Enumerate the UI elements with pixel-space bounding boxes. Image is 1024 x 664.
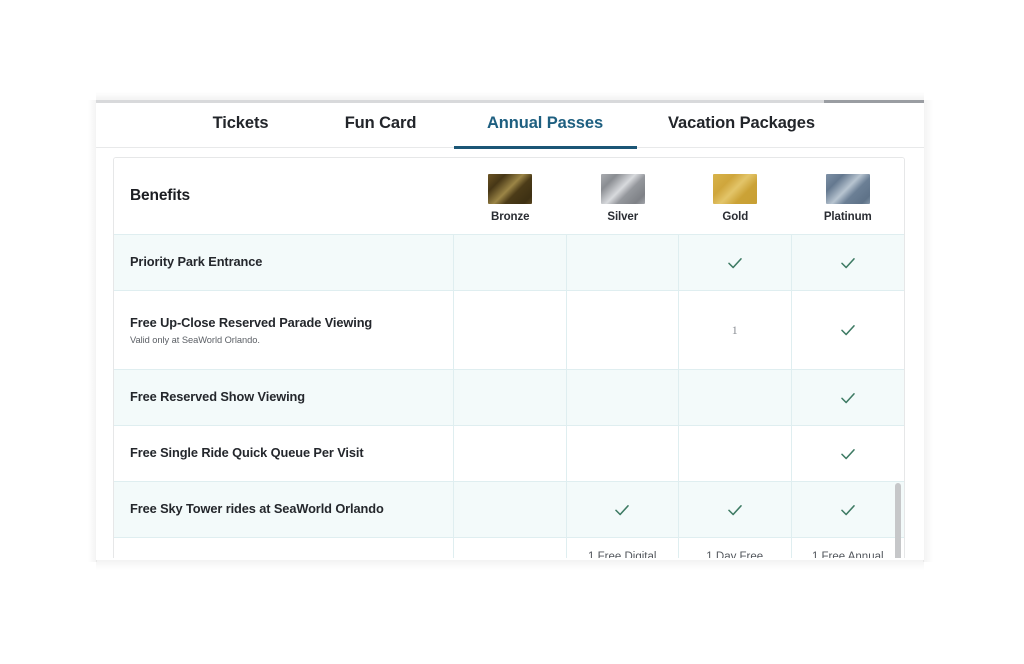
benefit-name-cell: Free Single Ride Quick Queue Per Visit	[114, 426, 454, 481]
benefit-value-gold: 1	[679, 291, 792, 369]
benefit-value-bronze	[454, 291, 567, 369]
benefit-value-gold	[679, 426, 792, 481]
benefit-value-silver: 1 Free Digital Download	[567, 538, 679, 560]
table-row: Priority Park Entrance	[114, 235, 904, 291]
table-row: Digital Photo Benefits at Theme Parks 1 F…	[114, 538, 904, 560]
benefit-name-cell: Digital Photo Benefits at Theme Parks	[114, 538, 454, 560]
platinum-swatch	[825, 173, 870, 204]
benefit-value-silver	[567, 370, 679, 425]
benefit-value-silver	[567, 291, 679, 369]
benefit-name-cell: Priority Park Entrance	[114, 235, 454, 290]
table-row: Free Reserved Show Viewing	[114, 370, 904, 426]
page-root: Tickets Fun Card Annual Passes Vacation …	[0, 0, 1024, 664]
tier-column-platinum[interactable]: Platinum	[792, 158, 905, 234]
check-icon	[840, 257, 855, 268]
tier-label-gold: Gold	[722, 210, 749, 223]
benefit-value-text: 1	[731, 322, 738, 337]
content-stage: Tickets Fun Card Annual Passes Vacation …	[96, 100, 924, 560]
benefit-value-platinum	[792, 426, 905, 481]
table-row: Free Up-Close Reserved Parade Viewing Val…	[114, 291, 904, 370]
benefit-value-platinum	[792, 235, 905, 290]
benefit-value-gold	[679, 370, 792, 425]
tab-vacation-packages[interactable]: Vacation Packages	[637, 114, 847, 142]
check-icon	[727, 257, 742, 268]
tab-annual-passes[interactable]: Annual Passes	[453, 114, 637, 149]
benefit-title: Free Single Ride Quick Queue Per Visit	[130, 445, 364, 461]
check-icon	[615, 504, 630, 515]
benefit-value-gold	[679, 235, 792, 290]
check-icon	[727, 504, 742, 515]
vertical-scrollbar-thumb[interactable]	[895, 483, 901, 560]
bronze-swatch	[488, 173, 533, 204]
check-icon	[840, 392, 855, 403]
tier-column-bronze[interactable]: Bronze	[454, 158, 567, 234]
check-icon	[840, 448, 855, 459]
benefit-value-bronze	[454, 538, 567, 560]
table-body: Priority Park Entrance Free Up-Close Rese…	[114, 235, 904, 560]
tab-tickets[interactable]: Tickets	[174, 114, 308, 142]
check-icon	[840, 325, 855, 336]
benefits-column-header: Benefits	[130, 187, 190, 204]
check-icon	[840, 504, 855, 515]
silver-swatch	[600, 173, 645, 204]
vertical-scrollbar-track[interactable]	[894, 235, 903, 560]
benefit-name-cell: Free Reserved Show Viewing	[114, 370, 454, 425]
table-row: Free Sky Tower rides at SeaWorld Orlando	[114, 482, 904, 538]
tier-label-silver: Silver	[607, 210, 639, 223]
benefit-value-gold: 1 Day Free Photokey	[679, 538, 792, 560]
benefit-value-platinum	[792, 482, 905, 537]
benefit-name-cell: Free Sky Tower rides at SeaWorld Orlando	[114, 482, 454, 537]
benefit-value-platinum	[792, 291, 905, 369]
benefit-value-gold	[679, 482, 792, 537]
benefit-value-bronze	[454, 482, 567, 537]
benefit-name-cell: Free Up-Close Reserved Parade Viewing Val…	[114, 291, 454, 369]
table-row: Free Single Ride Quick Queue Per Visit	[114, 426, 904, 482]
benefit-value-silver	[567, 426, 679, 481]
tier-column-gold[interactable]: Gold	[679, 158, 792, 234]
benefit-title: Free Sky Tower rides at SeaWorld Orlando	[130, 501, 384, 517]
benefit-subtitle: Valid only at SeaWorld Orlando.	[130, 334, 260, 345]
benefit-value-platinum	[792, 370, 905, 425]
stage-bottom-edge	[96, 558, 924, 560]
benefit-value-silver	[567, 235, 679, 290]
benefits-comparison-card: Benefits Bronze Silver Gold Platinum Pri…	[113, 157, 905, 560]
benefit-value-bronze	[454, 370, 567, 425]
benefit-title: Priority Park Entrance	[130, 254, 263, 270]
gold-swatch	[713, 173, 758, 204]
tier-label-platinum: Platinum	[823, 210, 872, 223]
benefit-value-platinum: 1 Free Annual Photokey	[792, 538, 905, 560]
page-edge-shadow-right	[923, 100, 933, 562]
product-tabs: Tickets Fun Card Annual Passes Vacation …	[96, 103, 924, 149]
benefit-value-bronze	[454, 426, 567, 481]
benefit-title: Free Reserved Show Viewing	[130, 389, 305, 405]
tier-column-silver[interactable]: Silver	[567, 158, 680, 234]
tier-label-bronze: Bronze	[491, 210, 530, 223]
benefit-value-silver	[567, 482, 679, 537]
benefit-title: Free Up-Close Reserved Parade Viewing	[130, 315, 373, 331]
benefit-value-bronze	[454, 235, 567, 290]
table-header-row: Benefits Bronze Silver Gold Platinum	[114, 158, 904, 235]
tab-fun-card[interactable]: Fun Card	[308, 114, 454, 142]
